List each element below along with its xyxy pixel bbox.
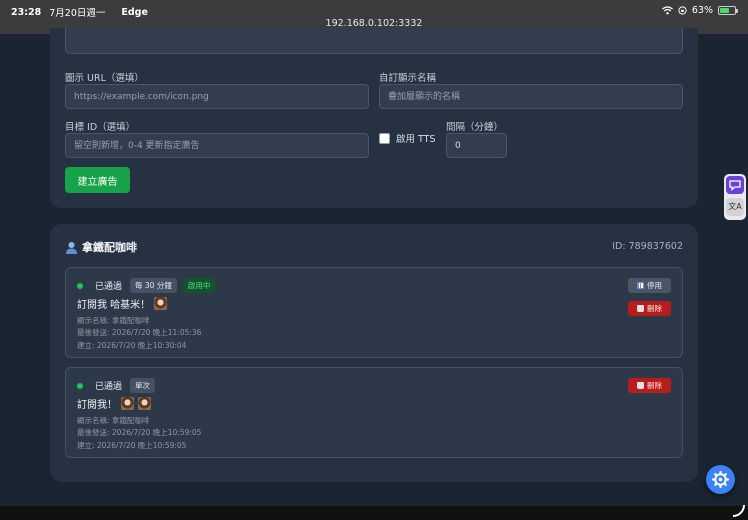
streamer-card: 拿鐵配咖啡 ID: 789837602 已通過 每 30 分鐘 啟用中 訂閱我 … <box>50 224 698 482</box>
delete-label: 刪除 <box>647 304 662 313</box>
ad-last-sent: 最後發送: 2026/7/20 晚上10:59:05 <box>77 428 202 437</box>
ad-message-text: 訂閱我！ <box>77 400 117 411</box>
orientation-lock-icon <box>678 6 687 15</box>
user-icon <box>66 241 77 254</box>
emote-icon <box>138 397 151 410</box>
ad-status-row: 已通過 每 30 分鐘 啟用中 <box>77 278 216 293</box>
status-dot <box>77 382 83 389</box>
interval-label: 間隔（分鐘） <box>446 122 504 133</box>
streamer-header: 拿鐵配咖啡 ID: 789837602 <box>65 239 683 255</box>
trash-icon <box>637 382 644 389</box>
wifi-icon <box>661 6 673 15</box>
display-name-label: 自訂顯示名稱 <box>379 73 437 84</box>
frequency-badge: 每 30 分鐘 <box>130 278 177 293</box>
status-dot <box>77 282 83 289</box>
streamer-title: 拿鐵配咖啡 <box>65 239 137 255</box>
date: 7月20日週一 <box>49 8 106 19</box>
pause-label: 停用 <box>647 281 662 290</box>
ad-display-name: 顯示名稱: 拿鐵配咖啡 <box>77 416 150 425</box>
bottom-bar <box>0 505 748 520</box>
tts-toggle[interactable]: 啟用 TTS <box>379 131 436 145</box>
battery-icon <box>718 6 738 15</box>
streamer-id: ID: 789837602 <box>612 241 683 252</box>
pause-button[interactable]: 停用 <box>628 278 671 293</box>
create-ad-card: 圖示 URL（選填） 自訂顯示名稱 目標 ID（選填） 啟用 TTS 間隔（分鐘… <box>50 28 698 208</box>
trash-icon <box>637 305 644 312</box>
delete-label: 刪除 <box>647 381 662 390</box>
create-ad-button[interactable]: 建立廣告 <box>65 167 130 193</box>
extension-icon[interactable] <box>726 176 744 194</box>
ad-created: 建立: 2026/7/20 晚上10:30:04 <box>77 341 187 350</box>
emote-icon <box>121 397 134 410</box>
ad-message-text: 訂閱我 哈基米！ <box>77 300 151 311</box>
frequency-badge: 單次 <box>130 378 156 393</box>
ad-last-sent: 最後發送: 2026/7/20 晚上11:05:36 <box>77 328 202 337</box>
clock: 23:28 <box>11 6 42 18</box>
message-textarea[interactable] <box>65 28 683 54</box>
translate-icon[interactable]: 文A <box>726 198 744 216</box>
delete-button[interactable]: 刪除 <box>628 301 671 316</box>
ad-status-row: 已通過 單次 <box>77 378 156 393</box>
battery-percent: 63% <box>691 5 713 16</box>
display-name-input[interactable] <box>379 84 683 109</box>
ad-display-name: 顯示名稱: 拿鐵配咖啡 <box>77 316 150 325</box>
app-name: Edge <box>121 6 148 18</box>
active-badge: 啟用中 <box>182 278 216 293</box>
icon-url-input[interactable] <box>65 84 369 109</box>
delete-button[interactable]: 刪除 <box>628 378 671 393</box>
streamer-name: 拿鐵配咖啡 <box>82 241 137 254</box>
ad-status: 已通過 <box>95 282 123 292</box>
ad-status: 已通過 <box>95 382 123 392</box>
resize-corner-icon <box>733 505 745 517</box>
icon-url-label: 圖示 URL（選填） <box>65 73 144 84</box>
target-id-input[interactable] <box>65 133 369 158</box>
ad-message: 訂閱我！ <box>77 396 151 411</box>
tts-label: 啟用 TTS <box>396 134 436 145</box>
chat-shield-icon <box>729 180 741 191</box>
gear-icon <box>711 470 730 489</box>
settings-fab[interactable] <box>706 465 735 494</box>
ad-item: 已通過 每 30 分鐘 啟用中 訂閱我 哈基米！ 顯示名稱: 拿鐵配咖啡 最後發… <box>65 267 683 358</box>
tts-checkbox[interactable] <box>379 132 390 144</box>
target-id-label: 目標 ID（選填） <box>65 122 136 133</box>
ad-message: 訂閱我 哈基米！ <box>77 296 168 311</box>
battery-level <box>720 8 729 13</box>
battery-tip <box>736 9 738 13</box>
emote-icon <box>154 297 168 310</box>
browser-side-tools: 文A <box>724 174 746 220</box>
interval-input[interactable] <box>446 133 507 158</box>
ad-created: 建立: 2026/7/20 晚上10:59:05 <box>77 441 187 450</box>
pause-icon <box>637 282 644 289</box>
ad-item: 已通過 單次 訂閱我！ 顯示名稱: 拿鐵配咖啡 最後發送: 2026/7/20 … <box>65 367 683 458</box>
